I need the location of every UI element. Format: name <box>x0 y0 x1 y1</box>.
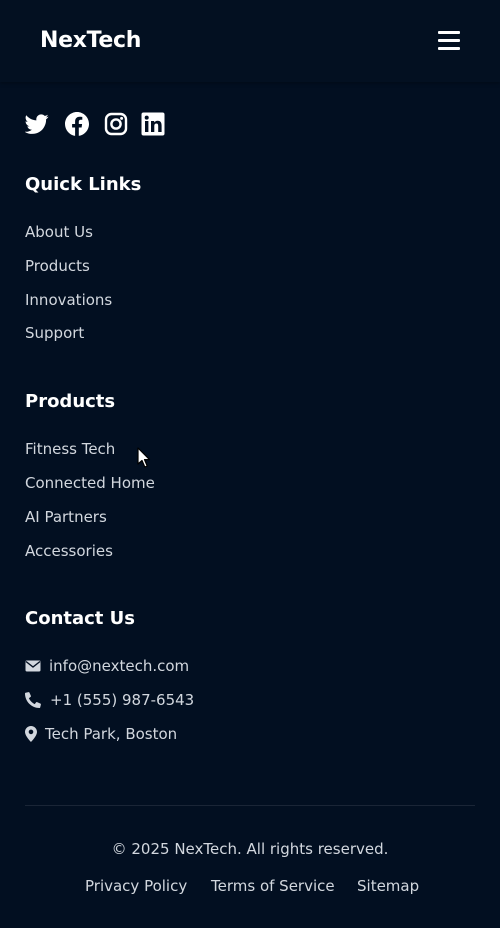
mouse-cursor-icon <box>137 447 151 469</box>
contact-email-text: info@nextech.com <box>49 657 190 675</box>
contact-phone-text: +1 (555) 987-6543 <box>50 691 195 709</box>
privacy-policy-link[interactable]: Privacy Policy <box>85 876 187 896</box>
footer-link-support[interactable]: Support <box>25 323 84 343</box>
contact-us-heading: Contact Us <box>25 608 136 629</box>
products-heading: Products <box>25 391 116 412</box>
copyright-text: © 2025 NexTech. All rights reserved. <box>111 840 389 858</box>
instagram-icon[interactable] <box>104 112 128 136</box>
footer-link-ai-partners[interactable]: AI Partners <box>25 507 107 527</box>
footer-link-fitness-tech[interactable]: Fitness Tech <box>25 439 115 459</box>
contact-location[interactable]: Tech Park, Boston <box>25 724 225 744</box>
contact-phone[interactable]: +1 (555) 987-6543 <box>25 690 225 710</box>
envelope-icon <box>25 658 41 674</box>
facebook-icon[interactable] <box>65 112 89 136</box>
quick-links-heading: Quick Links <box>25 174 142 195</box>
hamburger-menu-icon[interactable] <box>438 31 460 51</box>
twitter-icon[interactable] <box>25 112 49 136</box>
contact-email[interactable]: info@nextech.com <box>25 656 225 676</box>
footer-link-connected-home[interactable]: Connected Home <box>25 473 155 493</box>
footer-link-innovations[interactable]: Innovations <box>25 290 112 310</box>
sitemap-link[interactable]: Sitemap <box>357 876 419 896</box>
linkedin-icon[interactable] <box>141 112 165 136</box>
phone-icon <box>25 692 41 708</box>
contact-location-text: Tech Park, Boston <box>45 725 178 743</box>
footer-link-accessories[interactable]: Accessories <box>25 541 113 561</box>
footer-divider <box>25 805 475 806</box>
site-header: NexTech <box>0 0 500 82</box>
terms-of-service-link[interactable]: Terms of Service <box>211 876 335 896</box>
map-pin-icon <box>25 726 37 742</box>
footer-link-about-us[interactable]: About Us <box>25 222 93 242</box>
brand-logo[interactable]: NexTech <box>40 26 141 56</box>
footer-link-products[interactable]: Products <box>25 256 90 276</box>
